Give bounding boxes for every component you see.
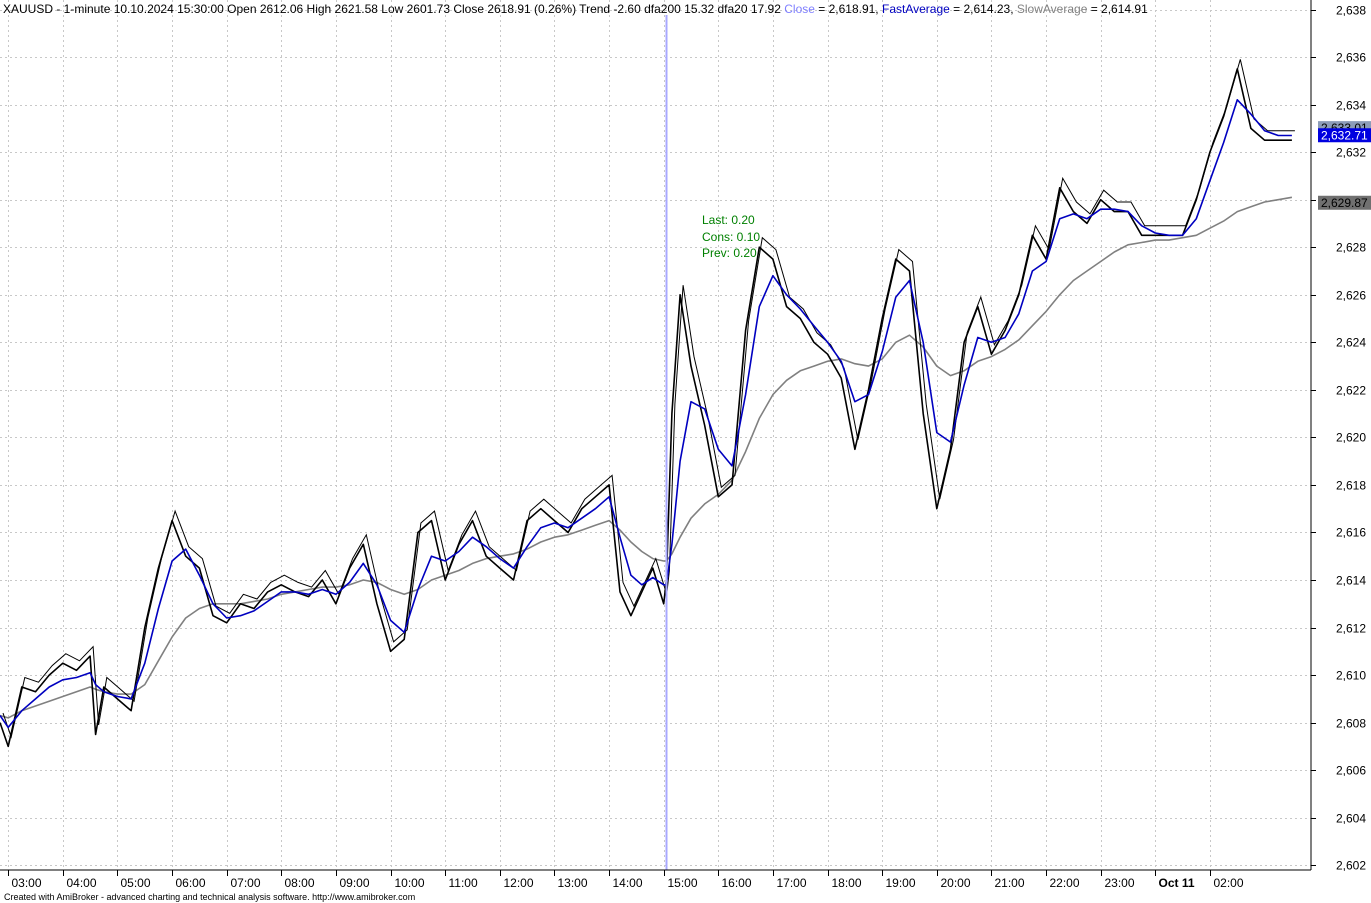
y-tick-label: 2,628 — [1336, 241, 1366, 255]
x-tick-label: 09:00 — [340, 876, 370, 890]
x-tick-label: 15:00 — [668, 876, 698, 890]
price-label-text: 2,632.71 — [1321, 128, 1368, 142]
x-tick-label: 18:00 — [832, 876, 862, 890]
header-slow-value: = 2,614.91 — [1087, 2, 1148, 16]
y-tick-label: 2,618 — [1336, 479, 1366, 493]
header-slow-label: SlowAverage — [1017, 2, 1088, 16]
header-fast-value: = 2,614.23, — [950, 2, 1017, 16]
x-tick-label: 03:00 — [12, 876, 42, 890]
x-tick-label: 07:00 — [231, 876, 261, 890]
x-tick-label: Oct 11 — [1159, 876, 1195, 890]
y-tick-label: 2,626 — [1336, 289, 1366, 303]
y-tick-label: 2,622 — [1336, 384, 1366, 398]
x-tick-label: 08:00 — [285, 876, 315, 890]
chart-series — [0, 59, 1295, 870]
annotation-cons: Cons: 0.10 — [702, 230, 760, 244]
x-tick-label: 23:00 — [1105, 876, 1135, 890]
annotation-last: Last: 0.20 — [702, 213, 755, 227]
x-tick-label: 21:00 — [995, 876, 1025, 890]
y-tick-label: 2,638 — [1336, 4, 1366, 18]
y-tick-label: 2,632 — [1336, 146, 1366, 160]
x-tick-label: 02:00 — [1214, 876, 1244, 890]
y-tick-label: 2,620 — [1336, 431, 1366, 445]
y-tick-label: 2,610 — [1336, 669, 1366, 683]
fastaverage-series-line — [0, 99, 1292, 729]
chart-header: XAUUSD - 1-minute 10.10.2024 15:30:00 Op… — [3, 2, 1148, 16]
x-tick-label: 22:00 — [1050, 876, 1080, 890]
footer-credit: Created with AmiBroker - advanced charti… — [4, 892, 415, 902]
x-tick-label: 11:00 — [449, 876, 478, 890]
price-labels: 2,633.012,632.712,629.87 — [1318, 121, 1371, 210]
cursor-annotation: Last: 0.20 Cons: 0.10 Prev: 0.20 — [702, 213, 760, 260]
price-label-text: 2,629.87 — [1321, 196, 1368, 210]
price-chart[interactable]: 2,602 2,604 2,606 2,608 2,610 2,612 2,614 2,616… — [0, 0, 1371, 903]
header-fast-label: FastAverage — [882, 2, 950, 16]
x-tick-label: 06:00 — [176, 876, 206, 890]
y-tick-label: 2,614 — [1336, 574, 1366, 588]
chart-grid — [0, 0, 1311, 870]
y-tick-label: 2,636 — [1336, 51, 1366, 65]
header-close-value: = 2,618.91, — [815, 2, 882, 16]
x-tick-label: 10:00 — [395, 876, 425, 890]
y-tick-label: 2,602 — [1336, 859, 1366, 873]
x-tick-label: 04:00 — [67, 876, 97, 890]
x-tick-label: 17:00 — [777, 876, 807, 890]
x-tick-label: 19:00 — [886, 876, 916, 890]
header-info: - 1-minute 10.10.2024 15:30:00 Open 2612… — [53, 2, 784, 16]
header-symbol: XAUUSD — [3, 2, 53, 16]
annotation-prev: Prev: 0.20 — [702, 246, 757, 260]
x-tick-label: 14:00 — [613, 876, 643, 890]
y-tick-label: 2,604 — [1336, 812, 1366, 826]
x-tick-label: 16:00 — [722, 876, 752, 890]
slowaverage-series-line — [0, 196, 1293, 719]
y-tick-label: 2,612 — [1336, 622, 1366, 636]
header-close-label: Close — [784, 2, 815, 16]
x-tick-label: 13:00 — [558, 876, 588, 890]
x-tick-label: 05:00 — [121, 876, 151, 890]
x-axis: 03:00 04:00 05:00 06:00 07:00 08:00 09:00 10:00… — [0, 869, 1311, 890]
x-tick-label: 12:00 — [504, 876, 534, 890]
y-tick-label: 2,616 — [1336, 526, 1366, 540]
close-series-line — [0, 68, 1292, 748]
y-tick-label: 2,606 — [1336, 764, 1366, 778]
y-tick-label: 2,608 — [1336, 717, 1366, 731]
y-tick-label: 2,624 — [1336, 336, 1366, 350]
x-tick-label: 20:00 — [941, 876, 971, 890]
y-tick-label: 2,634 — [1336, 99, 1366, 113]
